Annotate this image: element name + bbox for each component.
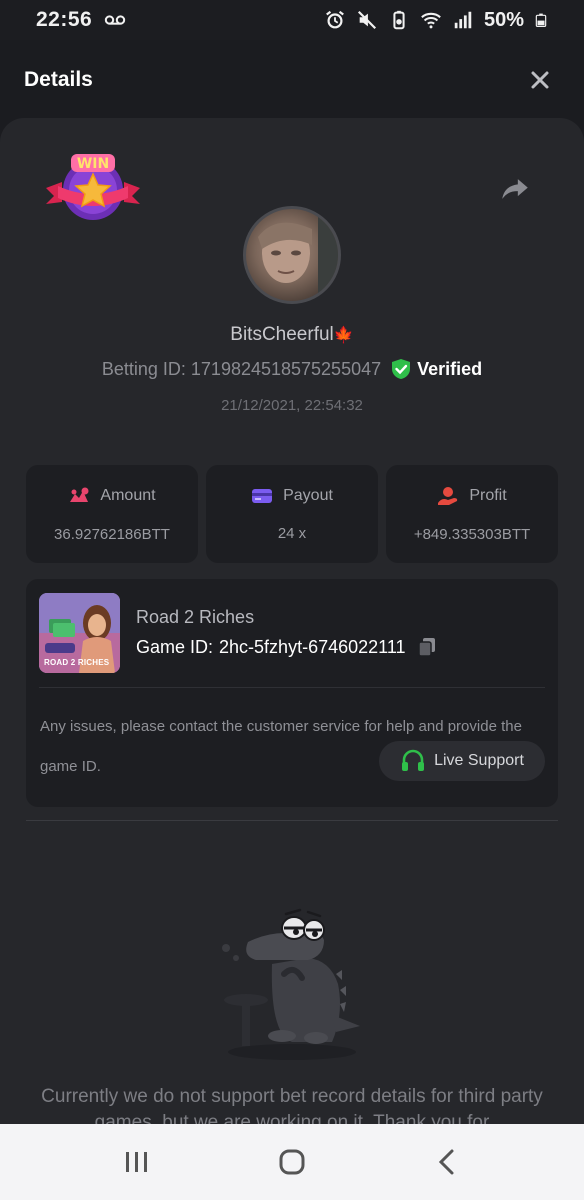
verified-shield-icon: [392, 359, 411, 379]
game-name: Road 2 Riches: [136, 607, 255, 627]
copy-icon[interactable]: [416, 636, 438, 658]
betting-id: Betting ID: 1719824518575255047: [102, 359, 381, 380]
game-id-label: Game ID:: [136, 636, 214, 657]
stat-value-payout: 24 x: [277, 524, 307, 542]
stat-label-profit: Profit: [437, 486, 507, 506]
back-icon: [438, 1149, 454, 1175]
crocodile-mascot-icon: [212, 904, 372, 1064]
betting-id-row: Betting ID: 1719824518575255047 Verified: [0, 358, 584, 380]
betting-id-label: Betting ID:: [101, 358, 186, 379]
stat-card-payout: Payout 24 x: [206, 465, 378, 563]
headset-icon: [402, 749, 425, 771]
status-bar: 22:56 50%: [0, 0, 584, 40]
verified-badge: Verified: [391, 358, 482, 380]
verified-label: Verified: [417, 358, 483, 379]
signal-icon: [454, 11, 472, 29]
recents-icon: [126, 1152, 148, 1172]
share-button[interactable]: [498, 172, 532, 206]
back-button[interactable]: [423, 1138, 471, 1186]
avatar: [243, 206, 341, 304]
username: BitsCheerful🍁: [0, 324, 584, 346]
recents-button[interactable]: [113, 1138, 161, 1186]
system-nav-bar: [0, 1124, 584, 1200]
battery-icon: [535, 13, 547, 27]
live-support-label: Live Support: [434, 752, 524, 769]
game-card-divider: [39, 687, 545, 688]
page-title: Details: [24, 68, 93, 91]
game-id-value: 2hc-5fzhyt-6746022111: [219, 636, 406, 657]
voicemail-icon: [105, 15, 126, 25]
win-badge-text: WIN: [77, 156, 109, 172]
username-text: BitsCheerful: [230, 324, 334, 345]
close-icon: [531, 71, 549, 89]
stat-card-profit: Profit +849.335303BTT: [386, 465, 558, 563]
section-divider: [26, 820, 558, 821]
game-card: ROAD 2 RICHES Road 2 Riches Game ID: 2hc-…: [26, 579, 558, 807]
win-badge-icon: WIN: [44, 152, 142, 224]
details-sheet: WIN BitsCheerful🍁 Betting ID: 1719824518…: [0, 118, 584, 1128]
bet-stats: Amount 36.92762186BTT Payout 24 x Profit…: [26, 465, 558, 563]
empty-state-message: Currently we do not support bet record d…: [41, 1086, 543, 1128]
wifi-icon: [421, 12, 441, 29]
amount-icon: [70, 487, 89, 502]
mute-icon: [357, 10, 376, 30]
status-right: 50%: [324, 9, 548, 32]
details-header: Details: [0, 40, 584, 120]
stat-label-amount: Amount: [68, 486, 156, 506]
stat-value-profit: +849.335303BTT: [413, 525, 531, 543]
battery-saver-icon: [393, 10, 405, 30]
status-left: 22:56: [36, 8, 126, 32]
stat-label-payout: Payout: [251, 487, 333, 505]
betting-id-value: 1719824518575255047: [190, 358, 382, 379]
battery-percent: 50%: [483, 8, 524, 31]
maple-leaf-icon: 🍁: [333, 327, 354, 344]
share-icon: [502, 179, 528, 199]
home-icon: [279, 1149, 305, 1175]
game-thumbnail[interactable]: ROAD 2 RICHES: [39, 593, 120, 673]
status-time: 22:56: [36, 8, 93, 31]
payout-card-icon: [252, 488, 273, 503]
alarm-icon: [326, 10, 344, 29]
close-button[interactable]: [520, 60, 560, 100]
game-thumbnail-label: ROAD 2 RICHES: [44, 658, 110, 667]
live-support-button[interactable]: Live Support: [379, 741, 545, 781]
home-button[interactable]: [268, 1138, 316, 1186]
stat-card-amount: Amount 36.92762186BTT: [26, 465, 198, 563]
bet-timestamp: 21/12/2021, 22:54:32: [221, 397, 363, 414]
profit-icon: [438, 486, 458, 505]
stat-value-amount: 36.92762186BTT: [54, 525, 170, 543]
game-id-row: Game ID: 2hc-5fzhyt-6746022111: [136, 636, 438, 658]
